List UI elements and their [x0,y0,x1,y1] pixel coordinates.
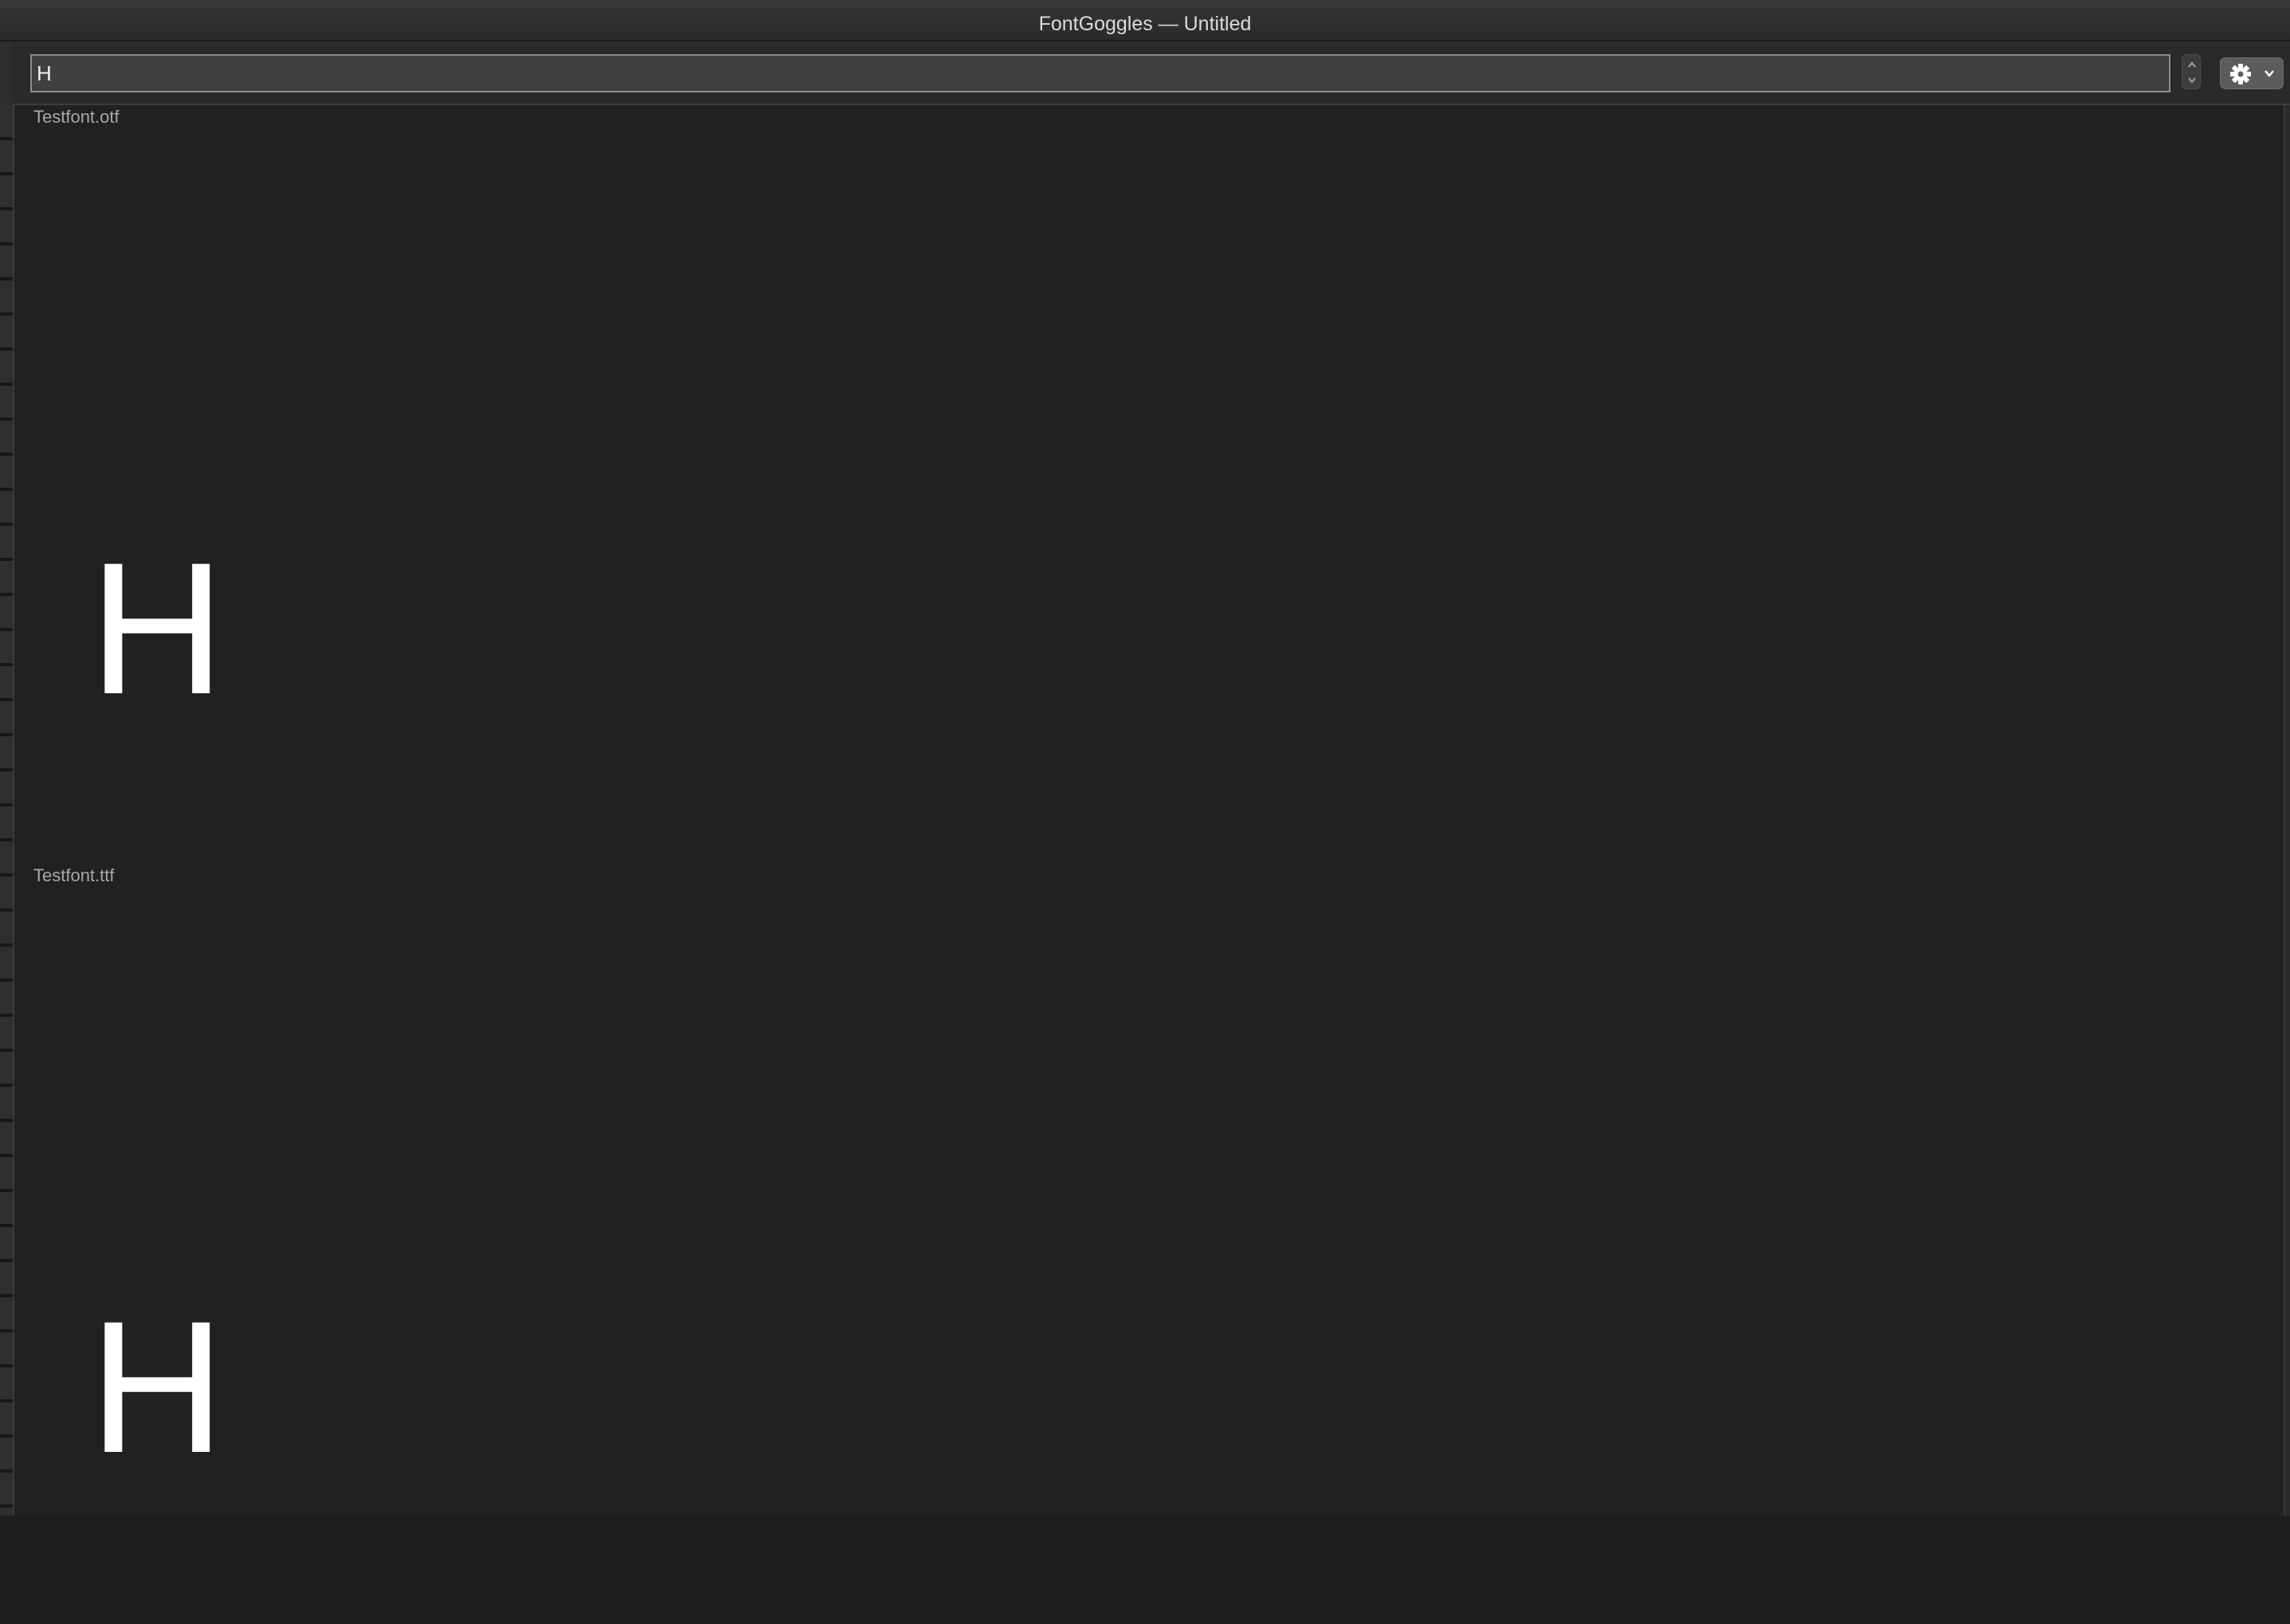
toolbar [13,41,2290,105]
settings-button[interactable] [2220,57,2284,89]
sample-text-input[interactable] [30,54,2170,92]
left-gutter [0,105,14,1516]
font-item-otf[interactable]: Testfont.otf H [14,107,2282,865]
glyph-sample: H [89,524,225,734]
font-filename-label: Testfont.otf [33,107,120,127]
font-list: Testfont.otf H Testfont.ttf H [14,107,2282,1516]
gear-icon [2230,64,2274,84]
right-scroll-edge[interactable] [2284,105,2290,1516]
font-filename-label: Testfont.ttf [33,865,115,885]
toolbar-left-gutter [0,41,13,105]
title-bar[interactable]: FontGoggles — Untitled [0,8,2290,41]
chevron-down-icon [2265,70,2274,77]
window-title: FontGoggles — Untitled [1038,13,1252,35]
stepper-up-down-icon[interactable] [2182,54,2201,89]
glyph-sample: H [89,1282,225,1493]
app-window: FontGoggles — Untitled H Testfont.otf H … [0,0,2290,1516]
font-item-ttf[interactable]: Testfont.ttf H [14,865,2282,1624]
